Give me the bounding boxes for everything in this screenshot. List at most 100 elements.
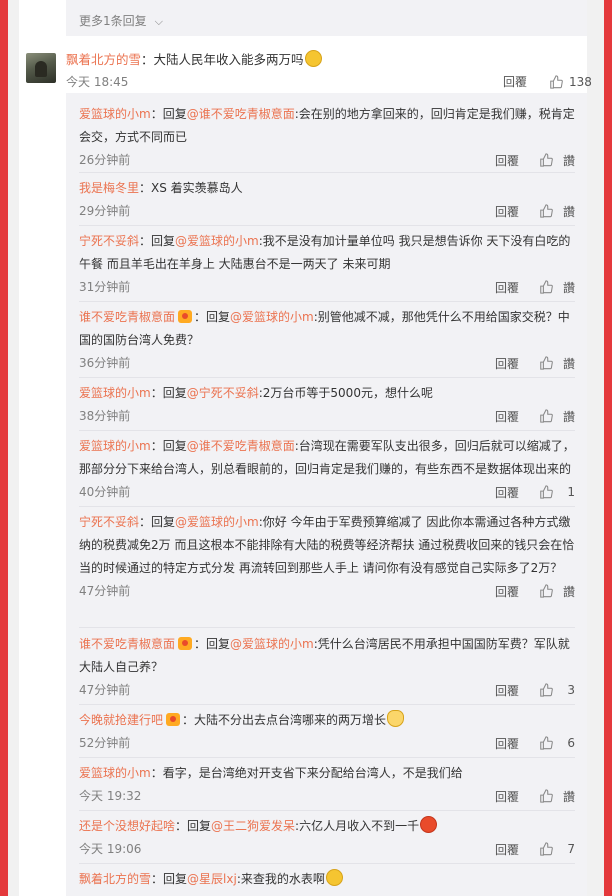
reply-text-block: 爱篮球的小m：回复@谁不爱吃青椒意面:会在别的地方拿回来的，回归肯定是我们赚，税…	[79, 103, 575, 149]
thumbs-up-icon[interactable]	[539, 789, 553, 803]
vip-badge-icon	[178, 310, 193, 323]
reply-text-block: 宁死不妥斜：回复@爱篮球的小m:我不是没有加计量单位吗 我只是想告诉你 天下没有…	[79, 230, 575, 276]
like-count: 1	[567, 485, 575, 499]
divider	[79, 810, 575, 811]
reply-button[interactable]: 回覆	[495, 583, 519, 600]
reply-username[interactable]: 谁不爱吃青椒意面	[79, 637, 175, 651]
reply-item: 爱篮球的小m：看字，是台湾绝对开支省下来分配给台湾人，不是我们给 今天 19:3…	[79, 762, 575, 805]
reply-mention[interactable]: @爱篮球的小m	[230, 310, 314, 324]
reply-time: 38分钟前	[79, 409, 131, 423]
like-count: 讚	[562, 280, 575, 295]
reply-button[interactable]: 回覆	[495, 152, 519, 169]
reply-time: 52分钟前	[79, 736, 131, 750]
reply-username[interactable]: 爱篮球的小m	[79, 107, 151, 121]
right-gutter	[587, 0, 604, 896]
reply-username[interactable]: 还是个没想好起啥	[79, 819, 175, 833]
reply-mention[interactable]: @宁死不妥斜	[187, 386, 259, 400]
reply-prefix: ：回复	[139, 234, 176, 248]
reply-mention[interactable]: @爱篮球的小m	[175, 515, 259, 529]
divider	[79, 627, 575, 628]
like-count: 讚	[562, 584, 575, 599]
reply-item: 谁不爱吃青椒意面 ：回复@爱篮球的小m:别管他减不减，那他凭什么不用给国家交税？中…	[79, 306, 575, 372]
divider	[79, 430, 575, 431]
divider	[79, 377, 575, 378]
reply-mention[interactable]: @爱篮球的小m	[175, 234, 259, 248]
reply-username[interactable]: 爱篮球的小m	[79, 766, 151, 780]
reply-text: XS 着实羡慕岛人	[151, 181, 243, 195]
vip-badge-icon	[178, 637, 193, 650]
reply-item: 飘着北方的雪：回复@星辰lxj:来查我的水表啊	[79, 868, 575, 891]
reply-username[interactable]: 我是梅冬里	[79, 181, 139, 195]
reply-button[interactable]: 回覆	[495, 408, 519, 425]
reply-text-block: 谁不爱吃青椒意面 ：回复@爱篮球的小m:别管他减不减，那他凭什么不用给国家交税？中…	[79, 306, 575, 352]
thumbs-up-icon[interactable]	[539, 584, 553, 598]
reply-button[interactable]: 回覆	[495, 788, 519, 805]
divider	[79, 863, 575, 864]
thumbs-up-icon[interactable]	[539, 736, 553, 750]
reply-text-block: 今晚就抢建行吧 ：大陆不分出去点台湾哪来的两万增长	[79, 709, 575, 732]
comment-colon: ：	[141, 52, 154, 67]
reply-text-block: 我是梅冬里：XS 着实羡慕岛人	[79, 177, 575, 200]
comment-time: 今天 18:45	[66, 75, 129, 89]
reply-username[interactable]: 宁死不妥斜	[79, 234, 139, 248]
reply-text-block: 谁不爱吃青椒意面 ：回复@爱篮球的小m:凭什么台湾居民不用承担中国国防军费？军队就…	[79, 633, 575, 679]
reply-username[interactable]: 爱篮球的小m	[79, 386, 151, 400]
reply-item: 我是梅冬里：XS 着实羡慕岛人 29分钟前 回覆 讚	[79, 177, 575, 220]
reply-mention[interactable]: @爱篮球的小m	[230, 637, 314, 651]
thumbs-up-icon[interactable]	[539, 842, 553, 856]
thumbs-up-icon[interactable]	[539, 683, 553, 697]
reply-button[interactable]: 回覆	[495, 735, 519, 752]
reply-item: 宁死不妥斜：回复@爱篮球的小m:我不是没有加计量单位吗 我只是想告诉你 天下没有…	[79, 230, 575, 296]
reply-button[interactable]: 回覆	[495, 841, 519, 858]
like-button[interactable]: 138	[549, 75, 592, 89]
thumbs-up-icon[interactable]	[539, 153, 553, 167]
like-count: 讚	[562, 356, 575, 371]
reply-username[interactable]: 飘着北方的雪	[79, 872, 151, 886]
reply-username[interactable]: 今晚就抢建行吧	[79, 713, 163, 727]
reply-button[interactable]: 回覆	[495, 203, 519, 220]
reply-prefix: ：回复	[150, 439, 187, 453]
reply-time: 40分钟前	[79, 485, 131, 499]
reply-text: :2万台币等于5000元，想什么呢	[258, 386, 433, 400]
smile-emoji-icon	[304, 50, 322, 67]
avatar[interactable]	[26, 53, 56, 83]
reply-item: 宁死不妥斜：回复@爱篮球的小m:你好 今年由于军费预算缩减了 因此你本需通过各种…	[79, 511, 575, 600]
reply-button[interactable]: 回覆	[495, 355, 519, 372]
reply-text-block: 飘着北方的雪：回复@星辰lxj:来查我的水表啊	[79, 868, 575, 891]
reply-mention[interactable]: @谁不爱吃青椒意面	[187, 107, 295, 121]
reply-text: 看字，是台湾绝对开支省下来分配给台湾人，不是我们给	[162, 766, 463, 780]
divider	[79, 757, 575, 758]
reply-button[interactable]: 回覆	[495, 484, 519, 501]
reply-time: 47分钟前	[79, 683, 131, 697]
reply-text-block: 宁死不妥斜：回复@爱篮球的小m:你好 今年由于军费预算缩减了 因此你本需通过各种…	[79, 511, 575, 580]
reply-username[interactable]: 爱篮球的小m	[79, 439, 151, 453]
main-comment-actions: 回覆 138	[503, 73, 592, 90]
divider	[79, 301, 575, 302]
thumbs-up-icon[interactable]	[539, 204, 553, 218]
divider	[79, 172, 575, 173]
main-comment: 飘着北方的雪：大陆人民年收入能多两万吗	[66, 50, 587, 69]
comment-username[interactable]: 飘着北方的雪	[66, 52, 141, 67]
reply-button[interactable]: 回覆	[503, 73, 527, 90]
reply-username[interactable]: 宁死不妥斜	[79, 515, 139, 529]
reply-item: 爱篮球的小m：回复@宁死不妥斜:2万台币等于5000元，想什么呢 38分钟前 回…	[79, 382, 575, 425]
reply-button[interactable]: 回覆	[495, 682, 519, 699]
reply-mention[interactable]: @星辰lxj	[187, 872, 237, 886]
vip-badge-icon	[166, 713, 181, 726]
reply-time: 26分钟前	[79, 153, 131, 167]
like-count: 7	[567, 842, 575, 856]
thumbs-up-icon[interactable]	[539, 409, 553, 423]
thumbs-up-icon[interactable]	[539, 356, 553, 370]
reply-button[interactable]: 回覆	[495, 279, 519, 296]
thumbs-up-icon[interactable]	[539, 485, 553, 499]
more-replies-link[interactable]: 更多1条回复 ⌵	[79, 12, 163, 29]
thumbs-up-icon[interactable]	[539, 280, 553, 294]
reply-text-block: 还是个没想好起啥：回复@王二狗爱发呆:六亿人月收入不到一千	[79, 815, 575, 838]
reply-time: 47分钟前	[79, 584, 131, 598]
reply-mention[interactable]: @谁不爱吃青椒意面	[187, 439, 295, 453]
reply-mention[interactable]: @王二狗爱发呆	[211, 819, 295, 833]
reply-prefix: ：	[182, 713, 195, 727]
reply-time: 31分钟前	[79, 280, 131, 294]
reply-username[interactable]: 谁不爱吃青椒意面	[79, 310, 175, 324]
thinking-emoji-icon	[325, 869, 343, 886]
